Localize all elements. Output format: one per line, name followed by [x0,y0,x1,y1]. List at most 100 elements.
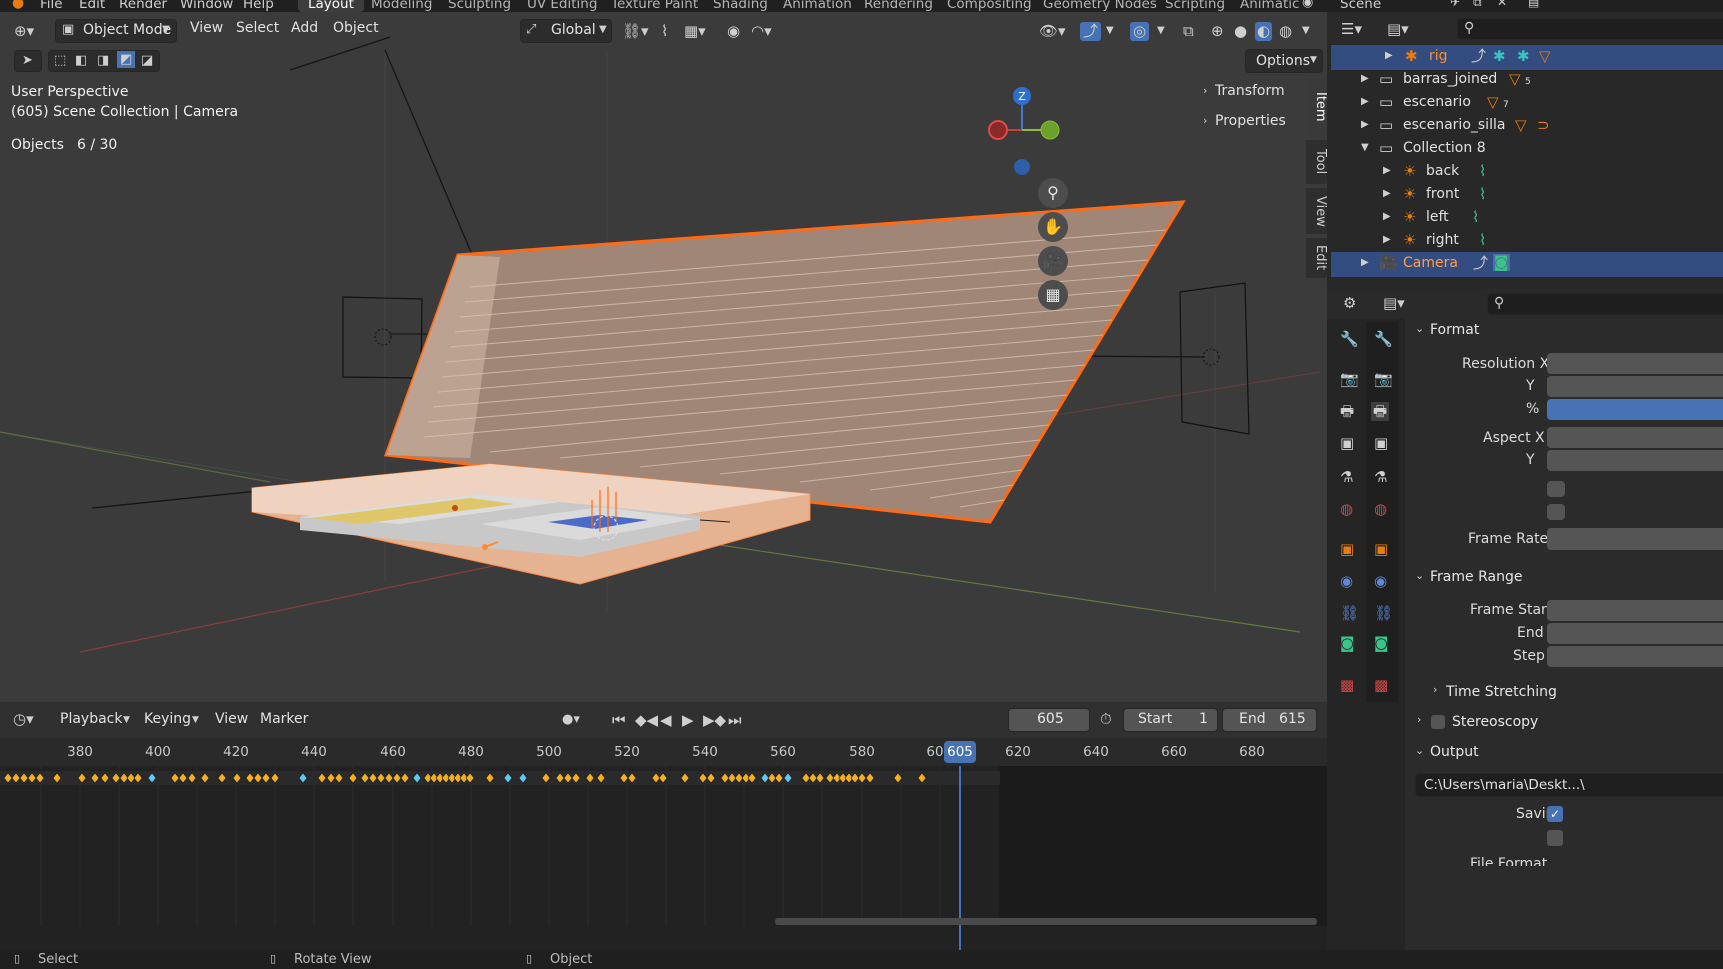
sidebar-tab-tool[interactable]: Tool [1306,140,1327,184]
menu-marker[interactable]: Marker [260,711,308,727]
tab-sculpting[interactable]: Sculpting [448,0,511,12]
tab-rendering[interactable]: Rendering [864,0,933,12]
snap-icon[interactable]: ⌇ [661,24,668,39]
shading-dropdown-icon[interactable]: ▼ [1302,26,1310,36]
properties-panel-header[interactable]: › Properties ⠿ [1197,108,1322,136]
ortho-grid-icon[interactable]: ▦ [1038,280,1068,310]
time-stretching-section[interactable]: Time Stretching [1446,684,1557,700]
wireframe-shading-icon[interactable]: ⊕ [1211,24,1224,39]
delete-scene-icon[interactable]: ✕ [1497,0,1507,8]
menu-render[interactable]: Render [119,0,167,12]
play-icon[interactable]: ▶ [682,713,694,728]
collapse-arrow-icon[interactable]: ▼ [1361,143,1369,153]
proportional-editing-icon[interactable]: ◉ [727,24,740,39]
outliner-search-input[interactable]: ⚲ [1457,18,1723,40]
outliner-row-left[interactable]: ▶ ☀ left ⌇ [1327,206,1593,231]
chevron-down-icon[interactable]: ⌄ [1415,745,1424,756]
view-layer-icon[interactable]: ▤ [1528,0,1539,8]
world-tab-icon[interactable]: ◍ [1374,502,1387,517]
aspect-y-field[interactable] [1547,450,1723,471]
resolution-y-field[interactable] [1547,376,1723,397]
menu-object[interactable]: Object [333,20,379,36]
playhead-label[interactable]: 605 [944,741,976,763]
start-frame-field[interactable]: Start 1 [1123,708,1218,732]
tab-geometry-nodes[interactable]: Geometry Nodes [1043,0,1157,12]
stereoscopy-checkbox[interactable] [1431,715,1445,729]
sidebar-tab-edit[interactable]: Edit [1306,238,1327,278]
outliner-row-right[interactable]: ▶ ☀ right ⌇ [1327,229,1593,254]
solid-shading-icon[interactable]: ● [1234,24,1247,39]
object-tab-icon[interactable]: ▣ [1374,542,1388,557]
chevron-down-icon[interactable]: ⌄ [1415,323,1424,334]
outliner-tree[interactable]: ▶ ✱ rig ⤴ ✱ ✱ ▽ ▶ ▭ barras_joined ▽ 5 ▶ … [1327,44,1723,289]
rendered-shading-icon[interactable]: ◍ [1279,24,1292,39]
menu-view[interactable]: View [215,711,248,727]
select-intersect-icon[interactable]: ◩ [117,51,136,68]
tab-animation[interactable]: Animation [783,0,852,12]
xray-icon[interactable]: ⧉ [1183,24,1194,39]
expand-arrow-icon[interactable]: ▶ [1383,212,1391,222]
tool-settings-icon[interactable]: 🔧 [1374,332,1393,347]
record-icon[interactable]: ●▾ [562,713,580,726]
gizmo-toggle-icon[interactable]: ⤴ [1080,22,1102,41]
expand-arrow-icon[interactable]: ▶ [1361,120,1369,130]
menu-select[interactable]: Select [236,20,279,36]
texture-tab-icon[interactable]: ▩ [1374,678,1388,693]
outliner-editor-icon[interactable]: ☰▾ [1341,22,1362,37]
tab-modeling[interactable]: Modeling [371,0,432,12]
menu-keying[interactable]: Keying [144,711,191,727]
pivot-point-icon[interactable]: ⛓▾ [622,24,649,39]
editor-type-icon[interactable]: ⊕▾ [14,24,34,39]
physics-tab-icon[interactable]: ◉ [1340,574,1353,589]
sidebar-tab-view[interactable]: View [1306,188,1327,234]
transform-panel-header[interactable]: › Transform ⠿ [1197,78,1322,106]
mode-dropdown[interactable]: ▣ Object Mode ▼ [55,19,177,43]
saving-checkbox[interactable]: ✓ [1547,806,1563,822]
resolution-x-field[interactable] [1547,353,1723,374]
properties-editor-icon[interactable]: ⚙ [1343,296,1356,311]
stopwatch-icon[interactable]: ⏱ [1100,712,1112,727]
jump-end-icon[interactable]: ⏭ [728,713,742,728]
menu-add[interactable]: Add [291,20,318,36]
render-tab-icon[interactable]: 📷 [1374,372,1393,387]
display-mode-icon[interactable]: ▤▾ [1387,22,1409,37]
physics-tab-icon[interactable]: ◉ [1374,574,1387,589]
visibility-icon[interactable]: 👁▾ [1039,24,1066,39]
prev-keyframe-icon[interactable]: ◆◀ [635,713,658,728]
tab-scripting[interactable]: Scripting [1165,0,1225,12]
keyframe-track[interactable] [0,766,1327,960]
zoom-icon[interactable]: ⚲ [1038,178,1068,208]
outliner-row-barras-joined[interactable]: ▶ ▭ barras_joined ▽ 5 [1327,68,1593,93]
select-new-icon[interactable]: ⬚ [54,54,66,67]
output-tab-icon[interactable]: 🖶 [1371,402,1390,421]
menu-file[interactable]: File [40,0,63,12]
menu-playback[interactable]: Playback [60,711,122,727]
pin-icon[interactable]: ✈ [1450,0,1460,8]
transform-orientation-dropdown[interactable]: ⤢ Global ▼ [520,19,612,43]
tab-animatic[interactable]: Animatic [1240,0,1299,12]
outliner-row-camera[interactable]: ▶ 🎥 Camera ⤴ ◙ [1331,252,1723,277]
keyframe-area[interactable] [0,766,1327,960]
menu-help[interactable]: Help [243,0,274,12]
tab-compositing[interactable]: Compositing [947,0,1032,12]
scene-tab-icon[interactable]: ⚗ [1374,470,1387,485]
data-tab-icon[interactable]: ◙ [1340,636,1355,651]
constraints-tab-icon[interactable]: ⛓ [1340,606,1359,621]
chevron-right-icon[interactable]: › [1433,684,1437,695]
data-tab-icon[interactable]: ◙ [1374,636,1389,651]
scene-name[interactable]: Scene [1340,0,1381,12]
select-difference-icon[interactable]: ◪ [141,54,153,67]
expand-arrow-icon[interactable]: ▶ [1383,189,1391,199]
outliner-row-front[interactable]: ▶ ☀ front ⌇ [1327,183,1593,208]
outliner-row-rig[interactable]: ▶ ✱ rig ⤴ ✱ ✱ ▽ [1331,45,1723,70]
crop-region-checkbox[interactable] [1547,504,1565,520]
material-shading-icon[interactable]: ◐ [1255,22,1273,41]
expand-arrow-icon[interactable]: ▶ [1385,51,1393,61]
new-scene-icon[interactable]: ⧉ [1473,0,1482,8]
navigation-gizmo[interactable]: Z [980,82,1070,182]
frame-step-field[interactable] [1547,646,1723,667]
select-extend-icon[interactable]: ◧ [75,54,87,67]
chevron-right-icon[interactable]: › [1417,714,1421,725]
overlay-toggle-icon[interactable]: ◎ [1130,22,1150,41]
sidebar-tab-item[interactable]: Item [1306,78,1327,136]
